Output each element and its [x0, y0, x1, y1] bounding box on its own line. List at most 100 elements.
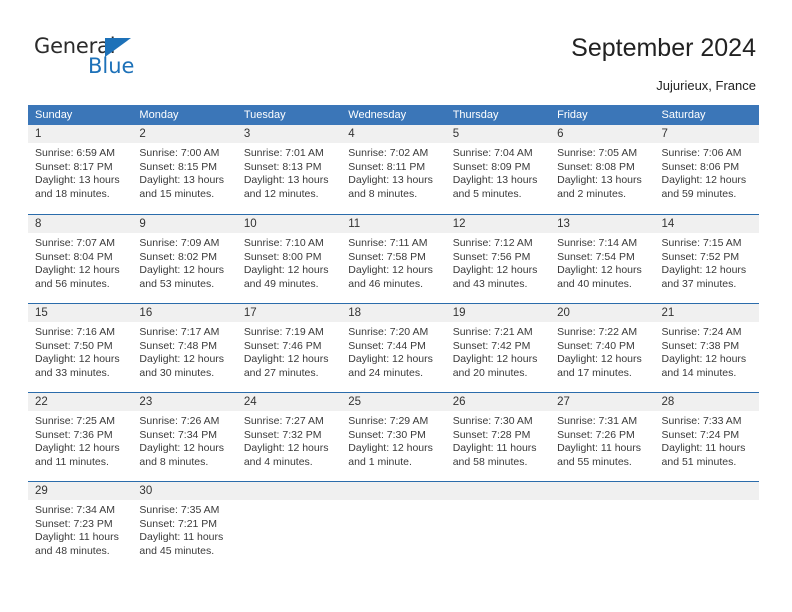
info-line-daylight2: and 27 minutes.: [243, 366, 319, 379]
day-cell-inner: [654, 481, 759, 570]
day-sun-info: Sunrise: 7:06 AM Sunset: 8:06 PM Daylight:…: [655, 143, 759, 201]
day-cell-inner: 9 Sunrise: 7:09 AM Sunset: 8:02 PM Daylight…: [132, 214, 237, 303]
info-line-sunset: Sunset: 7:21 PM: [139, 517, 218, 530]
info-line-daylight1: Daylight: 12 hours: [243, 442, 329, 454]
info-line-sunrise: Sunrise: 7:02 AM: [348, 147, 429, 159]
calendar-day-cell[interactable]: 27 Sunrise: 7:31 AM Sunset: 7:26 PM Dayligh…: [550, 392, 655, 481]
calendar-day-cell[interactable]: 4 Sunrise: 7:02 AM Sunset: 8:11 PM Daylight…: [341, 125, 446, 214]
day-number: 3: [236, 125, 342, 143]
info-line-sunrise: Sunrise: 7:27 AM: [243, 415, 324, 427]
calendar-day-cell[interactable]: 1 Sunrise: 6:59 AM Sunset: 8:17 PM Daylight…: [28, 125, 133, 214]
calendar-week-row: 29 Sunrise: 7:34 AM Sunset: 7:23 PM Dayligh…: [28, 481, 759, 570]
info-line-sunset: Sunset: 7:44 PM: [348, 339, 426, 352]
info-line-sunset: Sunset: 7:56 PM: [452, 250, 531, 263]
day-number: 17: [236, 304, 342, 322]
day-number: 9: [132, 215, 237, 233]
calendar-day-cell[interactable]: 30 Sunrise: 7:35 AM Sunset: 7:21 PM Dayligh…: [132, 481, 237, 570]
calendar-day-cell[interactable]: 20 Sunrise: 7:22 AM Sunset: 7:40 PM Dayligh…: [550, 303, 655, 392]
calendar-day-cell[interactable]: 25 Sunrise: 7:29 AM Sunset: 7:30 PM Dayligh…: [341, 392, 446, 481]
day-cell-inner: [550, 481, 655, 570]
calendar-day-cell[interactable]: 9 Sunrise: 7:09 AM Sunset: 8:02 PM Daylight…: [132, 214, 237, 303]
info-line-daylight2: and 53 minutes.: [139, 277, 215, 290]
info-line-daylight1: Daylight: 12 hours: [452, 264, 538, 276]
day-cell-inner: 16 Sunrise: 7:17 AM Sunset: 7:48 PM Dayligh…: [132, 303, 237, 392]
info-line-daylight2: and 15 minutes.: [139, 187, 215, 200]
calendar-day-cell[interactable]: 15 Sunrise: 7:16 AM Sunset: 7:50 PM Dayligh…: [28, 303, 133, 392]
info-line-daylight1: Daylight: 12 hours: [661, 264, 747, 276]
day-sun-info: Sunrise: 7:01 AM Sunset: 8:13 PM Daylight:…: [237, 143, 341, 201]
day-sun-info: Sunrise: 7:22 AM Sunset: 7:40 PM Daylight:…: [550, 322, 654, 380]
day-cell-inner: 13 Sunrise: 7:14 AM Sunset: 7:54 PM Dayligh…: [550, 214, 655, 303]
day-cell-inner: 25 Sunrise: 7:29 AM Sunset: 7:30 PM Dayligh…: [341, 392, 446, 481]
info-line-daylight2: and 2 minutes.: [557, 187, 626, 200]
calendar-day-cell[interactable]: 26 Sunrise: 7:30 AM Sunset: 7:28 PM Dayligh…: [445, 392, 551, 481]
info-line-sunrise: Sunrise: 7:07 AM: [35, 237, 115, 249]
calendar-day-cell[interactable]: 6 Sunrise: 7:05 AM Sunset: 8:08 PM Daylight…: [550, 125, 655, 214]
day-number: 4: [341, 125, 446, 143]
calendar-day-cell[interactable]: 12 Sunrise: 7:12 AM Sunset: 7:56 PM Dayligh…: [445, 214, 551, 303]
day-cell-inner: 6 Sunrise: 7:05 AM Sunset: 8:08 PM Daylight…: [550, 125, 655, 214]
calendar-day-cell[interactable]: 16 Sunrise: 7:17 AM Sunset: 7:48 PM Dayligh…: [132, 303, 237, 392]
day-cell-inner: 15 Sunrise: 7:16 AM Sunset: 7:50 PM Dayligh…: [28, 303, 133, 392]
weekday-header-row: Sunday Monday Tuesday Wednesday Thursday Frid…: [28, 105, 759, 125]
info-line-sunrise: Sunrise: 7:24 AM: [661, 326, 742, 338]
day-sun-info: Sunrise: 7:16 AM Sunset: 7:50 PM Daylight:…: [28, 322, 132, 380]
info-line-sunset: Sunset: 7:26 PM: [557, 428, 635, 441]
day-number: 21: [654, 304, 759, 322]
info-line-sunrise: Sunrise: 7:12 AM: [452, 237, 533, 249]
info-line-daylight2: and 37 minutes.: [661, 277, 737, 290]
day-cell-inner: 29 Sunrise: 7:34 AM Sunset: 7:23 PM Dayligh…: [28, 481, 133, 570]
day-cell-inner: 11 Sunrise: 7:11 AM Sunset: 7:58 PM Dayligh…: [341, 214, 446, 303]
info-line-sunset: Sunset: 7:23 PM: [35, 517, 113, 530]
general-blue-logo[interactable]: General Blue: [34, 36, 164, 82]
calendar-day-cell[interactable]: 3 Sunrise: 7:01 AM Sunset: 8:13 PM Daylight…: [236, 125, 342, 214]
info-line-sunrise: Sunrise: 7:29 AM: [348, 415, 429, 427]
calendar-day-cell[interactable]: 22 Sunrise: 7:25 AM Sunset: 7:36 PM Dayligh…: [28, 392, 133, 481]
info-line-daylight2: and 18 minutes.: [35, 187, 110, 200]
day-sun-info: Sunrise: 7:04 AM Sunset: 8:09 PM Daylight:…: [446, 143, 550, 201]
info-line-daylight2: and 45 minutes.: [139, 544, 215, 557]
info-line-sunrise: Sunrise: 7:06 AM: [661, 147, 742, 159]
calendar-day-cell[interactable]: 13 Sunrise: 7:14 AM Sunset: 7:54 PM Dayligh…: [550, 214, 655, 303]
day-sun-info: Sunrise: 7:11 AM Sunset: 7:58 PM Daylight:…: [341, 233, 445, 291]
info-line-sunrise: Sunrise: 7:17 AM: [139, 326, 220, 338]
info-line-sunrise: Sunrise: 7:15 AM: [661, 237, 742, 249]
info-line-sunset: Sunset: 8:09 PM: [452, 160, 531, 173]
day-number: 22: [28, 393, 133, 411]
info-line-daylight2: and 24 minutes.: [348, 366, 423, 379]
calendar-day-cell[interactable]: 17 Sunrise: 7:19 AM Sunset: 7:46 PM Dayligh…: [236, 303, 342, 392]
info-line-daylight1: Daylight: 12 hours: [139, 353, 225, 365]
calendar-day-cell[interactable]: 2 Sunrise: 7:00 AM Sunset: 8:15 PM Daylight…: [132, 125, 237, 214]
calendar-day-cell[interactable]: 21 Sunrise: 7:24 AM Sunset: 7:38 PM Dayligh…: [654, 303, 759, 392]
info-line-daylight1: Daylight: 12 hours: [557, 264, 642, 276]
day-sun-info: Sunrise: 7:21 AM Sunset: 7:42 PM Daylight:…: [446, 322, 550, 380]
calendar-day-cell[interactable]: 18 Sunrise: 7:20 AM Sunset: 7:44 PM Dayligh…: [341, 303, 446, 392]
calendar-day-cell[interactable]: 8 Sunrise: 7:07 AM Sunset: 8:04 PM Daylight…: [28, 214, 133, 303]
calendar-day-cell[interactable]: 23 Sunrise: 7:26 AM Sunset: 7:34 PM Dayligh…: [132, 392, 237, 481]
info-line-sunset: Sunset: 7:50 PM: [35, 339, 113, 352]
calendar-day-cell[interactable]: 14 Sunrise: 7:15 AM Sunset: 7:52 PM Dayligh…: [654, 214, 759, 303]
weekday-header-saturday: Saturday: [654, 105, 759, 125]
info-line-sunrise: Sunrise: 7:16 AM: [35, 326, 115, 338]
calendar-day-cell[interactable]: 24 Sunrise: 7:27 AM Sunset: 7:32 PM Dayligh…: [236, 392, 342, 481]
calendar-day-cell[interactable]: 7 Sunrise: 7:06 AM Sunset: 8:06 PM Daylight…: [654, 125, 759, 214]
info-line-sunrise: Sunrise: 7:00 AM: [139, 147, 220, 159]
day-cell-inner: 28 Sunrise: 7:33 AM Sunset: 7:24 PM Dayligh…: [654, 392, 759, 481]
calendar-day-cell[interactable]: 10 Sunrise: 7:10 AM Sunset: 8:00 PM Dayligh…: [236, 214, 342, 303]
calendar-day-cell[interactable]: 11 Sunrise: 7:11 AM Sunset: 7:58 PM Dayligh…: [341, 214, 446, 303]
info-line-sunrise: Sunrise: 7:09 AM: [139, 237, 220, 249]
calendar-day-cell[interactable]: 29 Sunrise: 7:34 AM Sunset: 7:23 PM Dayligh…: [28, 481, 133, 570]
info-line-daylight1: Daylight: 12 hours: [35, 353, 120, 365]
info-line-daylight1: Daylight: 12 hours: [139, 442, 225, 454]
day-sun-info: Sunrise: 7:33 AM Sunset: 7:24 PM Daylight:…: [655, 411, 759, 469]
calendar-day-cell[interactable]: 19 Sunrise: 7:21 AM Sunset: 7:42 PM Dayligh…: [445, 303, 551, 392]
day-sun-info: Sunrise: 7:19 AM Sunset: 7:46 PM Daylight:…: [237, 322, 341, 380]
info-line-daylight1: Daylight: 11 hours: [35, 531, 119, 543]
info-line-daylight2: and 56 minutes.: [35, 277, 110, 290]
info-line-daylight1: Daylight: 12 hours: [35, 442, 120, 454]
calendar-day-cell[interactable]: 28 Sunrise: 7:33 AM Sunset: 7:24 PM Dayligh…: [654, 392, 759, 481]
info-line-sunset: Sunset: 7:34 PM: [139, 428, 218, 441]
info-line-daylight1: Daylight: 12 hours: [661, 174, 747, 186]
calendar-day-cell[interactable]: 5 Sunrise: 7:04 AM Sunset: 8:09 PM Daylight…: [445, 125, 551, 214]
day-cell-inner: 1 Sunrise: 6:59 AM Sunset: 8:17 PM Daylight…: [28, 125, 133, 214]
